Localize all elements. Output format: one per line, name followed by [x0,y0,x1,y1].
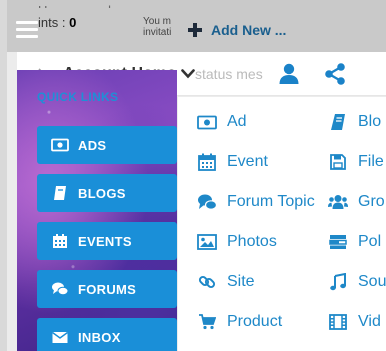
quick-link-label: INBOX [78,329,121,345]
menu-item-label: Blo [358,113,382,130]
music-icon [328,273,348,291]
quick-link-label: EVENTS [78,233,132,249]
film-icon [328,313,348,331]
link-icon [197,273,217,291]
menu-item-label: Vid [358,313,381,330]
add-new-label: Add New ... [211,22,287,38]
menu-item-label: Pol [358,233,382,250]
quick-link-ads-button[interactable]: ADS [37,126,177,164]
quick-link-events-button[interactable]: EVENTS [37,222,177,260]
user-icon[interactable] [278,63,300,85]
menu-item-blog[interactable]: Blo [328,110,381,134]
users-icon [328,193,348,211]
cart-icon [197,313,217,331]
quick-link-label: FORUMS [78,281,137,297]
menu-item-label: Gro [358,193,385,210]
menu-item-product[interactable]: Product [197,310,282,334]
comments-icon [197,193,217,211]
menu-item-file[interactable]: File [328,150,384,174]
menu-item-label: Product [227,313,283,330]
hamburger-menu-icon[interactable] [16,21,38,39]
menu-item-event[interactable]: Event [197,150,268,174]
envelope-icon [51,329,69,345]
add-new-button[interactable]: Add New ... [188,19,286,41]
points-value: 0 [69,15,77,30]
invitation-text: You m invitati [143,16,183,38]
menu-item-ad[interactable]: Ad [197,110,247,134]
menu-item-forum-topic[interactable]: Forum Topic [197,190,315,214]
quick-link-inbox-button[interactable]: INBOX [37,318,177,351]
image-icon [197,233,217,251]
points-label: ints : [38,15,66,30]
calendar-icon [51,233,69,249]
menu-item-photos[interactable]: Photos [197,230,277,254]
add-new-dropdown-menu: Ad Event Forum Topic Photos Site Product [178,97,386,351]
list-icon [328,233,348,251]
money-icon [51,137,69,153]
quick-link-blogs-button[interactable]: BLOGS [37,174,177,212]
unanswered-points-text: Unanswered ints : 0 [38,2,148,32]
menu-item-label: Ad [227,113,247,130]
calendar-icon [197,153,217,171]
quick-link-forums-button[interactable]: FORUMS [37,270,177,308]
menu-item-label: Forum Topic [227,193,315,210]
quick-link-label: BLOGS [78,185,126,201]
book-icon [51,185,69,201]
side-strip [0,0,7,351]
save-icon [328,153,348,171]
menu-item-video[interactable]: Vid [328,310,381,334]
quick-link-label: ADS [78,137,107,153]
share-icon[interactable] [323,62,347,86]
chevron-down-icon [181,69,195,79]
menu-item-poll[interactable]: Pol [328,230,381,254]
unanswered-label: Unanswered [38,2,148,8]
points-row: ints : 0 [38,14,148,32]
menu-item-label: Site [227,273,255,290]
menu-item-label: File [358,153,384,170]
menu-item-site[interactable]: Site [197,270,255,294]
menu-item-label: Photos [227,233,277,250]
invitation-text-line2: invitati [143,27,172,38]
menu-item-sound[interactable]: Sou [328,270,386,294]
quick-links-title: QUICK LINKS [37,90,119,104]
book-icon [328,113,348,131]
invitation-text-line1: You m [143,16,171,27]
comments-icon [51,281,69,297]
plus-icon [188,23,202,37]
money-icon [197,113,217,131]
menu-item-label: Sou [358,273,386,290]
menu-item-label: Event [227,153,268,170]
menu-item-group[interactable]: Gro [328,190,385,214]
